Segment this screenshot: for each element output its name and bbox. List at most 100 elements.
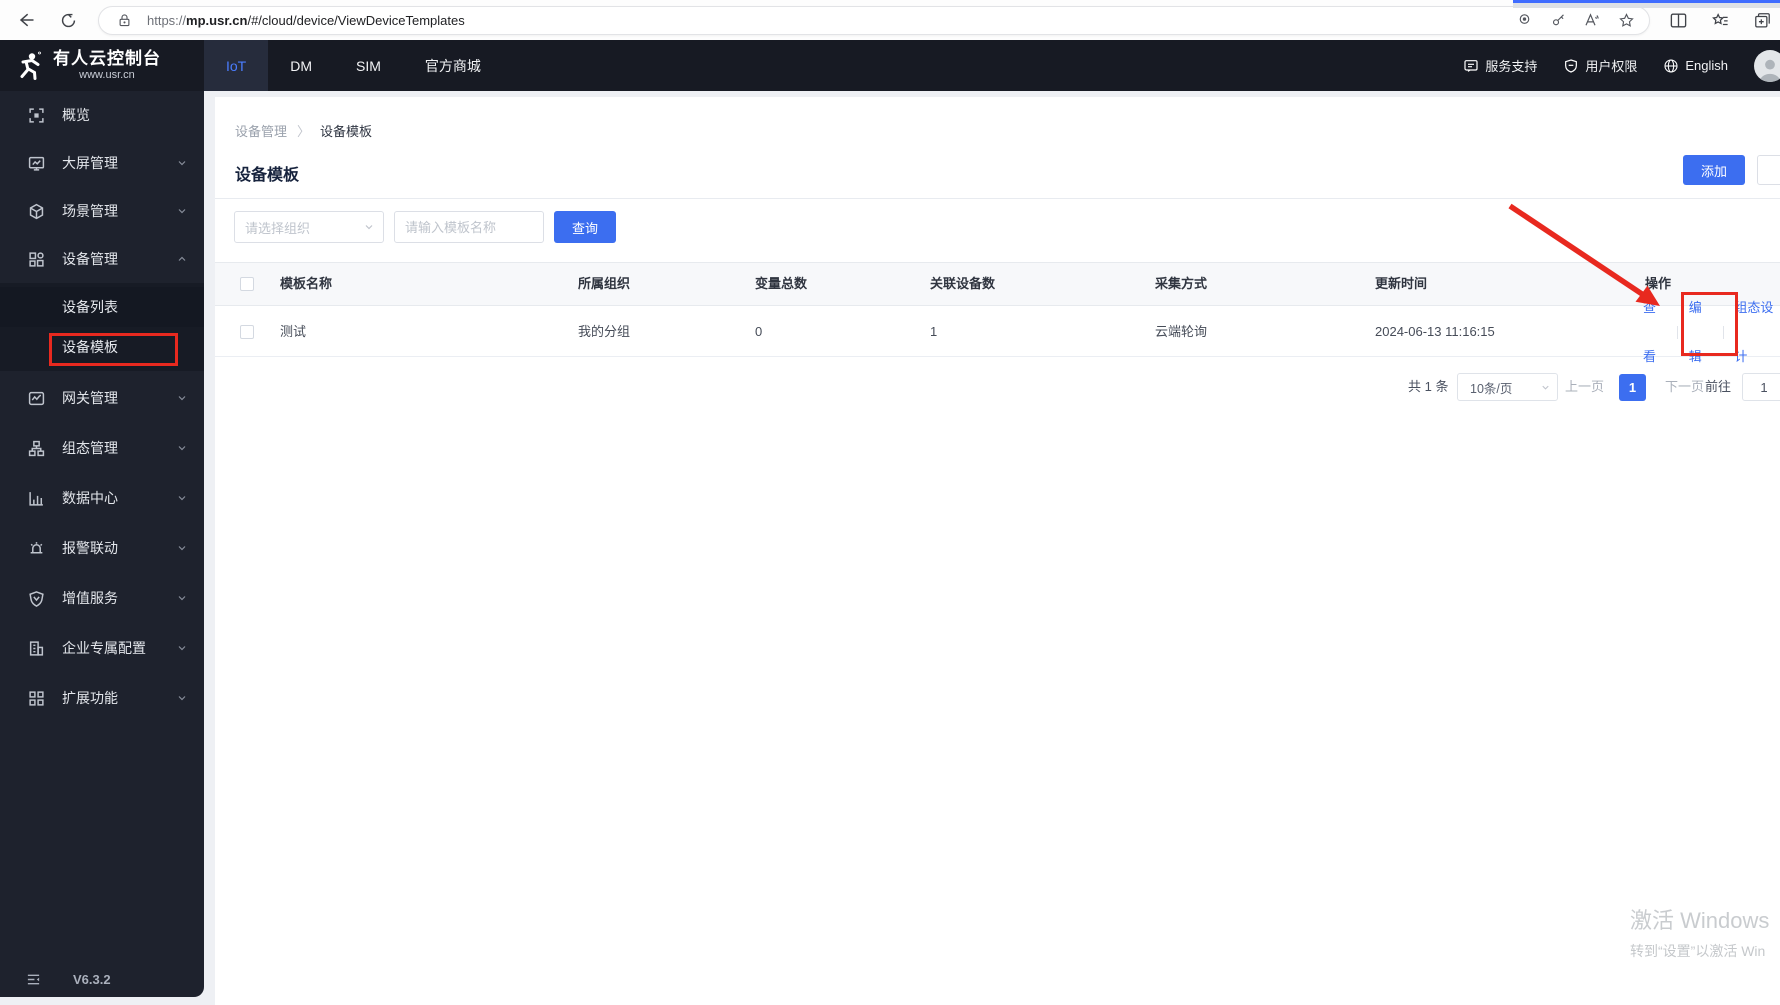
chevron-down-icon: [176, 205, 188, 217]
collapse-icon[interactable]: [26, 972, 41, 987]
sidebar-item-datacenter[interactable]: 数据中心: [0, 473, 204, 523]
batch-button-clipped[interactable]: 批: [1757, 155, 1780, 185]
chevron-down-icon: [176, 157, 188, 169]
read-aloud-icon[interactable]: [1579, 7, 1605, 33]
device-grid-icon: [28, 251, 45, 268]
logo-title: 有人云控制台: [53, 49, 161, 69]
product-tabs: IoT DM SIM 官方商城: [204, 40, 503, 91]
tab-sim[interactable]: SIM: [334, 40, 403, 91]
page-size-select[interactable]: 10条/页: [1457, 373, 1558, 401]
goto-page-input[interactable]: [1742, 373, 1780, 401]
sidebar-item-alarm[interactable]: 报警联动: [0, 523, 204, 573]
col-name: 模板名称: [280, 276, 333, 291]
cell-name: 测试: [280, 324, 307, 339]
scada-icon: [28, 440, 45, 457]
tab-iot[interactable]: IoT: [204, 40, 269, 91]
scada-design-link[interactable]: 组态设计: [1734, 283, 1780, 381]
chat-icon: [1464, 59, 1478, 72]
row-checkbox[interactable]: [240, 325, 254, 339]
refresh-icon[interactable]: [54, 6, 82, 34]
badge-icon: [28, 590, 45, 607]
sidebar-item-device[interactable]: 设备管理: [0, 235, 204, 283]
support-link[interactable]: 服务支持: [1463, 56, 1537, 75]
sidebar-item-label: 设备模板: [62, 339, 118, 355]
col-vars: 变量总数: [755, 276, 808, 291]
sidebar-item-device-template[interactable]: 设备模板: [0, 327, 204, 367]
address-bar[interactable]: https://mp.usr.cn/#/cloud/device/ViewDev…: [98, 5, 1650, 35]
password-key-icon[interactable]: [1545, 7, 1571, 33]
cell-vars: 0: [755, 324, 763, 339]
nav-right: 服务支持 用户权限 English: [1463, 40, 1780, 91]
sidebar-item-label: 设备管理: [62, 251, 118, 267]
permission-link[interactable]: 用户权限: [1563, 56, 1637, 75]
sidebar-item-extension[interactable]: 扩展功能: [0, 673, 204, 723]
language-switch[interactable]: English: [1663, 58, 1728, 74]
breadcrumb: 设备管理 〉 设备模板: [235, 121, 372, 140]
gateway-icon: [28, 390, 45, 407]
split-screen-icon[interactable]: [1664, 6, 1692, 34]
breadcrumb-parent[interactable]: 设备管理: [235, 121, 287, 140]
org-select[interactable]: 请选择组织: [234, 211, 384, 243]
favorite-star-icon[interactable]: [1613, 7, 1639, 33]
cell-org: 我的分组: [578, 324, 631, 339]
lock-icon: [111, 7, 137, 33]
current-page-button[interactable]: 1: [1619, 374, 1646, 401]
back-icon[interactable]: [12, 6, 40, 34]
url-path: /#/cloud/device/ViewDeviceTemplates: [247, 12, 465, 28]
permission-label: 用户权限: [1585, 59, 1638, 74]
collections-icon[interactable]: [1748, 6, 1776, 34]
next-page-button[interactable]: 下一页: [1665, 372, 1704, 402]
alarm-icon: [28, 540, 45, 557]
breadcrumb-separator: 〉: [297, 124, 311, 139]
building-icon: [28, 640, 45, 657]
bigscreen-icon: [28, 155, 45, 172]
version-label: V6.3.2: [73, 972, 111, 987]
support-label: 服务支持: [1485, 59, 1538, 74]
sidebar-item-device-list[interactable]: 设备列表: [0, 287, 204, 327]
prev-page-button[interactable]: 上一页: [1565, 372, 1604, 402]
sidebar-item-label: 报警联动: [62, 540, 118, 556]
chevron-down-icon: [176, 542, 188, 554]
logo-subtitle: www.usr.cn: [79, 68, 135, 81]
chevron-down-icon: [176, 592, 188, 604]
browser-window-edge: [1513, 0, 1780, 8]
page-size-value: 10条/页: [1470, 381, 1513, 396]
sidebar-item-scada[interactable]: 组态管理: [0, 423, 204, 473]
sidebar: 概览 大屏管理 场景管理 设备管理 设备列表 设备模板 网关管理 组态管理 数据…: [0, 91, 204, 997]
usr-person-icon: [20, 51, 41, 80]
sidebar-item-label: 大屏管理: [62, 155, 118, 171]
sidebar-item-bigscreen[interactable]: 大屏管理: [0, 139, 204, 187]
row-actions: 查看 编辑 组态设计: [1643, 300, 1780, 364]
view-link[interactable]: 查看: [1643, 283, 1666, 381]
sidebar-item-enterprise[interactable]: 企业专属配置: [0, 623, 204, 673]
pagination: 共 1 条 10条/页 上一页 1 下一页 前往: [215, 372, 1780, 402]
search-button[interactable]: 查询: [554, 211, 616, 243]
select-all-checkbox[interactable]: [240, 277, 254, 291]
template-name-input[interactable]: [394, 211, 544, 243]
sidebar-item-overview[interactable]: 概览: [0, 91, 204, 139]
chevron-down-icon: [1542, 385, 1549, 390]
tab-mall[interactable]: 官方商城: [403, 40, 503, 91]
usr-logo[interactable]: 有人云控制台 www.usr.cn: [0, 40, 204, 91]
chevron-down-icon: [176, 642, 188, 654]
globe-icon: [1664, 58, 1678, 73]
sidebar-item-gateway[interactable]: 网关管理: [0, 373, 204, 423]
divider: [215, 198, 1780, 199]
edit-link[interactable]: 编辑: [1689, 283, 1712, 381]
tab-dm[interactable]: DM: [268, 40, 334, 91]
favorites-bar-icon[interactable]: [1706, 6, 1734, 34]
add-button[interactable]: 添加: [1683, 155, 1745, 185]
divider: [1722, 325, 1724, 339]
content-card: 设备管理 〉 设备模板 设备模板 添加 批 请选择组织 查询 模板名称 所属组织…: [215, 97, 1780, 1005]
chevron-down-icon: [176, 392, 188, 404]
cell-devices-link[interactable]: 1: [930, 307, 937, 356]
url-text[interactable]: https://mp.usr.cn/#/cloud/device/ViewDev…: [147, 13, 465, 28]
sidebar-item-vas[interactable]: 增值服务: [0, 573, 204, 623]
total-count: 共 1 条: [1408, 379, 1449, 394]
goto-label: 前往: [1705, 379, 1732, 394]
user-avatar[interactable]: [1754, 49, 1780, 82]
sidebar-item-scene[interactable]: 场景管理: [0, 187, 204, 235]
location-icon[interactable]: [1511, 7, 1537, 33]
chevron-down-icon: [365, 225, 373, 230]
sidebar-item-label: 数据中心: [62, 490, 118, 506]
